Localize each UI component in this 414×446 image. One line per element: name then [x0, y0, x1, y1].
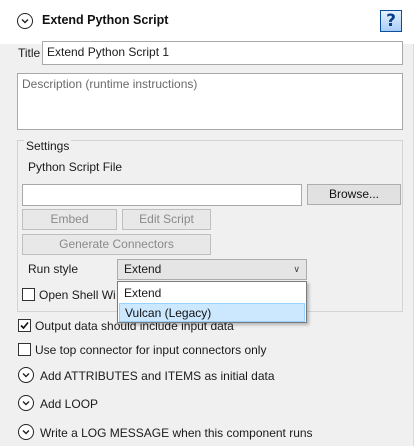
log-message-section-label[interactable]: Write a LOG MESSAGE when this component …: [40, 426, 313, 440]
chevron-down-circle-icon[interactable]: [18, 395, 34, 411]
open-shell-label: Open Shell Wi: [39, 288, 116, 302]
component-properties-panel: Extend Python Script ? Title Extend Pyth…: [0, 0, 414, 446]
title-input[interactable]: Extend Python Script 1: [42, 41, 403, 65]
description-placeholder: Description (runtime instructions): [22, 77, 198, 91]
output-data-checkbox[interactable]: [18, 319, 31, 332]
top-connector-label: Use top connector for input connectors o…: [35, 343, 267, 357]
add-attributes-section-label[interactable]: Add ATTRIBUTES and ITEMS as initial data: [40, 369, 275, 383]
run-style-option-extend[interactable]: Extend: [119, 284, 305, 303]
python-script-file-input[interactable]: [22, 184, 302, 206]
help-icon[interactable]: ?: [380, 10, 402, 32]
browse-button[interactable]: Browse...: [307, 184, 401, 205]
open-shell-checkbox[interactable]: [22, 288, 35, 301]
run-style-option-vulcan-legacy[interactable]: Vulcan (Legacy): [119, 303, 305, 322]
embed-button[interactable]: Embed: [22, 209, 117, 230]
component-title: Extend Python Script: [42, 13, 169, 27]
run-style-select[interactable]: Extend ∨: [117, 259, 307, 280]
run-style-dropdown-list: Extend Vulcan (Legacy): [117, 281, 307, 323]
top-connector-checkbox[interactable]: [18, 343, 31, 356]
add-loop-section-label[interactable]: Add LOOP: [40, 397, 98, 411]
generate-connectors-button[interactable]: Generate Connectors: [22, 234, 211, 255]
chevron-down-circle-icon[interactable]: [17, 13, 33, 29]
chevron-down-icon: ∨: [293, 264, 300, 274]
title-label: Title: [18, 46, 41, 60]
help-glyph: ?: [386, 11, 396, 31]
run-style-label: Run style: [28, 262, 79, 276]
edit-script-button[interactable]: Edit Script: [122, 209, 211, 230]
description-input[interactable]: Description (runtime instructions): [17, 73, 403, 130]
run-style-selected-value: Extend: [124, 262, 162, 276]
chevron-down-circle-icon[interactable]: [18, 424, 34, 440]
chevron-down-circle-icon[interactable]: [18, 367, 34, 383]
component-header: Extend Python Script ?: [0, 0, 414, 44]
settings-group-label: Settings: [24, 139, 72, 153]
python-script-file-label: Python Script File: [28, 160, 123, 174]
